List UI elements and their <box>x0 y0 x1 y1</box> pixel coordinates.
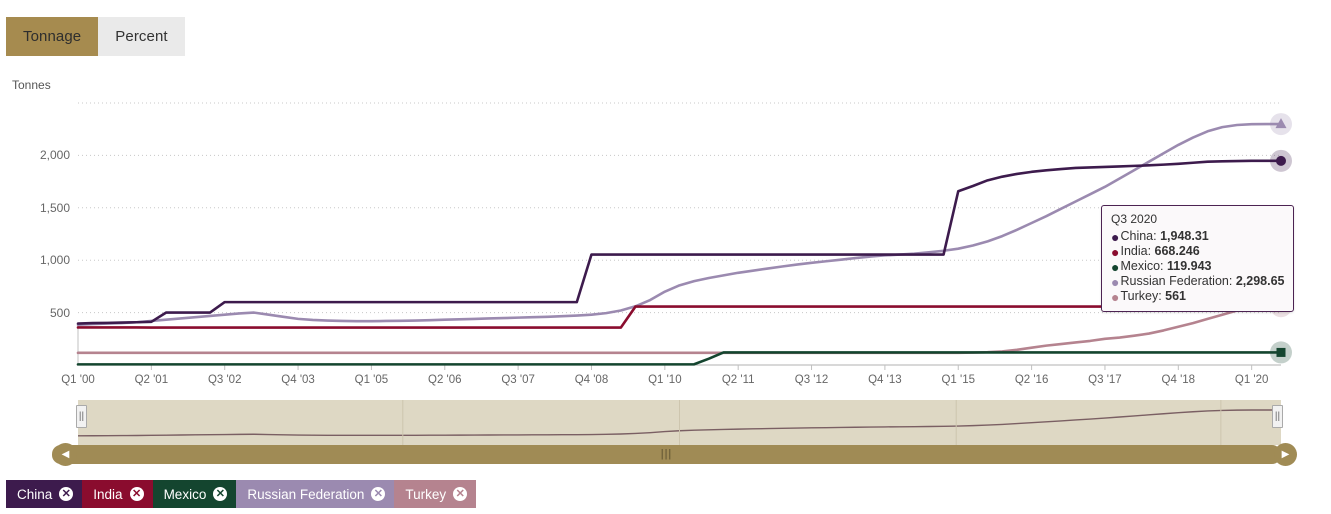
legend-remove-icon[interactable]: ✕ <box>129 487 144 501</box>
tooltip-rows: ●China: 1,948.31 ●India: 668.246 ●Mexico: … <box>1111 229 1284 304</box>
navigator-scrollbar[interactable]: ||| <box>52 445 1281 464</box>
y-axis-tick: 2,000 <box>39 148 70 163</box>
tooltip-series-value: 561 <box>1165 289 1187 303</box>
legend-remove-icon[interactable]: ✕ <box>213 487 228 501</box>
tooltip-series-name: Mexico: <box>1120 259 1168 273</box>
series-legend[interactable]: China ✕ India ✕ Mexico ✕ Russian Federation ✕ Tu… <box>6 480 477 508</box>
legend-item-label: China <box>17 486 53 502</box>
legend-remove-icon[interactable]: ✕ <box>371 487 386 501</box>
x-axis-tick: Q4 '13 <box>868 374 902 386</box>
series-endpoint-marker-circle-icon <box>1276 155 1286 166</box>
tooltip-title: Q3 2020 <box>1111 212 1158 226</box>
legend-item-label: Mexico <box>163 486 207 502</box>
legend-item-mexico[interactable]: Mexico ✕ <box>152 480 237 508</box>
x-axis-tick: Q1 '05 <box>354 374 389 386</box>
tooltip-series-dot-icon: ● <box>1111 258 1120 275</box>
tooltip-series-value: 668.246 <box>1154 244 1200 258</box>
navigator-handle-left[interactable]: || <box>76 405 87 428</box>
tooltip-series-value: 2,298.65 <box>1235 274 1285 288</box>
legend-remove-icon[interactable]: ✕ <box>59 487 74 501</box>
scroll-left-button[interactable]: ◀ <box>54 443 77 466</box>
x-axis-tick: Q3 '12 <box>794 374 829 386</box>
tooltip-series-name: Turkey: <box>1120 289 1166 303</box>
range-navigator[interactable]: || || <box>76 400 1283 445</box>
x-axis-tick: Q3 '02 <box>207 374 242 386</box>
tooltip-series-dot-icon: ● <box>1111 288 1120 305</box>
tooltip-series-value: 1,948.31 <box>1160 229 1209 243</box>
legend-item-russian-federation[interactable]: Russian Federation ✕ <box>236 480 395 508</box>
legend-item-label: Russian Federation <box>247 486 365 502</box>
x-axis-tick: Q3 '07 <box>501 374 535 386</box>
x-axis-tick: Q2 '06 <box>428 374 462 386</box>
data-tooltip: Q3 2020 ●China: 1,948.31 ●India: 668.246 ●… <box>1101 205 1295 312</box>
x-axis-tick: Q2 '01 <box>134 374 169 386</box>
x-axis-tick: Q3 '17 <box>1088 374 1122 386</box>
tooltip-series-name: India: <box>1120 244 1155 258</box>
x-axis-tick: Q1 '20 <box>1234 374 1269 386</box>
tooltip-row: ●Mexico: 119.943 <box>1111 259 1284 274</box>
tooltip-series-value: 119.943 <box>1167 259 1212 273</box>
unit-toggle-group[interactable]: Tonnage Percent <box>6 17 185 56</box>
series-line-mexico <box>76 351 1283 366</box>
legend-remove-icon[interactable]: ✕ <box>453 487 468 501</box>
legend-item-turkey[interactable]: Turkey ✕ <box>394 480 477 508</box>
x-axis-tick: Q4 '08 <box>574 374 609 386</box>
toggle-percent-button[interactable]: Percent <box>98 17 185 56</box>
y-axis-tick: 500 <box>49 305 70 320</box>
legend-item-label: India <box>93 486 123 502</box>
tooltip-row: ●Russian Federation: 2,298.65 <box>1111 274 1284 289</box>
navigator-series-line <box>78 400 1281 445</box>
tooltip-series-name: China: <box>1120 229 1161 243</box>
y-axis-unit-label: Tonnes <box>12 78 51 92</box>
y-axis-tick: 1,000 <box>39 253 70 268</box>
series-endpoint-marker-square-icon <box>1276 347 1286 357</box>
tooltip-series-name: Russian Federation: <box>1120 274 1236 288</box>
legend-item-china[interactable]: China ✕ <box>6 480 83 508</box>
x-axis-tick: Q1 '15 <box>941 374 975 386</box>
x-axis-tick: Q2 '16 <box>1014 374 1049 386</box>
toggle-tonnage-button[interactable]: Tonnage <box>6 17 99 56</box>
x-axis-tick: Q1 '00 <box>61 374 95 386</box>
tooltip-series-dot-icon: ● <box>1111 243 1120 260</box>
tooltip-row: ●India: 668.246 <box>1111 244 1284 259</box>
scroll-right-button[interactable]: ▶ <box>1274 443 1297 466</box>
tooltip-row: ●Turkey: 561 <box>1111 289 1284 304</box>
y-axis-tick: 1,500 <box>39 200 70 215</box>
x-axis-tick: Q4 '18 <box>1161 374 1196 386</box>
navigator-handle-right[interactable]: || <box>1272 405 1283 428</box>
tooltip-row: ●China: 1,948.31 <box>1111 229 1284 244</box>
tooltip-series-dot-icon: ● <box>1111 228 1120 245</box>
x-axis-tick: Q1 '10 <box>648 374 682 386</box>
tooltip-series-dot-icon: ● <box>1111 273 1120 290</box>
legend-item-india[interactable]: India ✕ <box>82 480 153 508</box>
legend-item-label: Turkey <box>405 486 447 502</box>
scrollbar-grip: ||| <box>660 448 673 460</box>
x-axis-tick: Q4 '03 <box>281 374 315 386</box>
x-axis-tick: Q2 '11 <box>721 374 755 386</box>
